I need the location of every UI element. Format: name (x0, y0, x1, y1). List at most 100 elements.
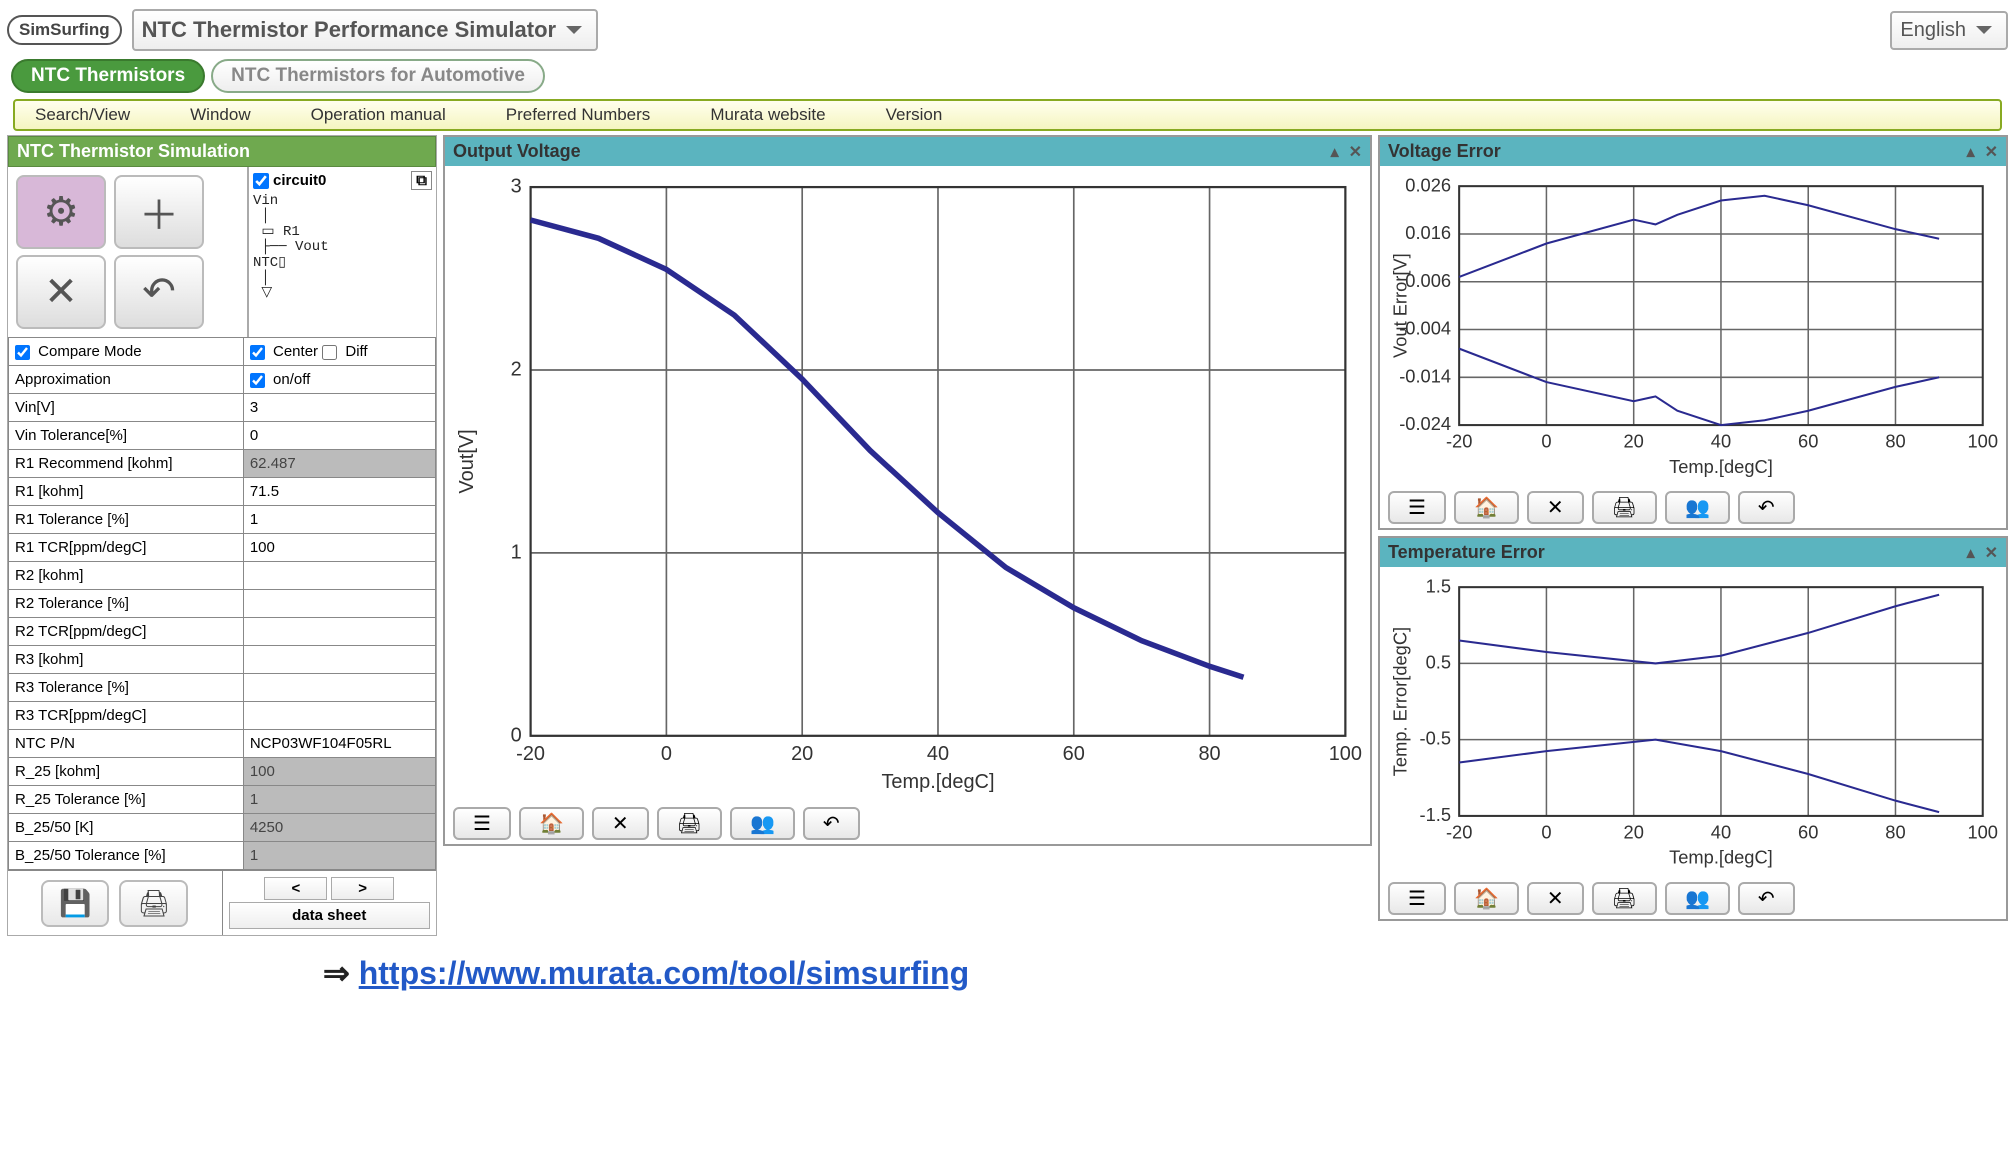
param-value[interactable] (243, 590, 435, 618)
reset-button[interactable]: ↶ (1738, 882, 1795, 915)
collapse-icon[interactable]: ▴ (1967, 543, 1975, 563)
close-icon[interactable]: ✕ (1985, 543, 1998, 563)
param-label: R3 [kohm] (9, 646, 244, 674)
circuit-checkbox[interactable] (253, 173, 269, 189)
compare-button[interactable]: 👥 (1665, 491, 1730, 524)
svg-text:Temp.[degC]: Temp.[degC] (1669, 456, 1773, 477)
param-value[interactable] (243, 562, 435, 590)
simsurfing-link[interactable]: https://www.murata.com/tool/simsurfing (359, 955, 969, 991)
datasheet-button[interactable]: data sheet (229, 902, 431, 929)
param-option-checkbox[interactable] (250, 345, 265, 360)
datasheet-next[interactable]: > (331, 877, 394, 900)
svg-text:0: 0 (1541, 430, 1551, 451)
param-value[interactable]: 100 (243, 758, 435, 786)
param-value[interactable]: 1 (243, 842, 435, 870)
param-value[interactable]: 62.487 (243, 450, 435, 478)
menu-murata-website[interactable]: Murata website (710, 105, 825, 125)
svg-text:40: 40 (927, 743, 949, 765)
param-value[interactable] (243, 702, 435, 730)
param-value[interactable] (243, 618, 435, 646)
gear-icon: ⚙ (43, 189, 79, 235)
svg-text:Vout[V]: Vout[V] (456, 429, 478, 493)
menu-preferred-numbers[interactable]: Preferred Numbers (506, 105, 651, 125)
export-button[interactable]: 🏠 (1454, 882, 1519, 915)
param-value[interactable]: on/off (243, 366, 435, 394)
compare-button[interactable]: 👥 (730, 807, 795, 840)
param-checkbox[interactable] (15, 345, 30, 360)
config-button[interactable]: ✕ (1527, 882, 1584, 915)
param-value[interactable]: 1 (243, 506, 435, 534)
save-button[interactable]: 💾 (41, 880, 109, 927)
legend-button[interactable]: ☰ (453, 807, 511, 840)
collapse-icon[interactable]: ▴ (1331, 142, 1339, 162)
reset-button[interactable]: ↶ (1738, 491, 1795, 524)
collapse-icon[interactable]: ▴ (1967, 142, 1975, 162)
language-select[interactable]: English (1890, 11, 2008, 50)
settings-button[interactable]: ⚙ (16, 175, 106, 249)
export-button[interactable]: 🏠 (519, 807, 584, 840)
param-value[interactable]: NCP03WF104F05RL (243, 730, 435, 758)
menu-window[interactable]: Window (190, 105, 250, 125)
legend-button[interactable]: ☰ (1388, 491, 1446, 524)
circuit-name: circuit0 (273, 172, 326, 189)
menu-search-view[interactable]: Search/View (35, 105, 130, 125)
circuit-diagram: Vin │ ▭ R1 ├── Vout NTC▯ │ ▽ (253, 194, 432, 302)
param-value[interactable] (243, 646, 435, 674)
svg-text:100: 100 (1329, 743, 1362, 765)
svg-text:40: 40 (1711, 430, 1731, 451)
svg-text:40: 40 (1711, 821, 1731, 842)
tools-icon: ✕ (44, 269, 78, 315)
param-option-checkbox[interactable] (322, 345, 337, 360)
undo-button[interactable]: ↶ (114, 255, 204, 329)
copy-icon[interactable]: ⧉ (411, 171, 432, 190)
tab-ntc-thermistors[interactable]: NTC Thermistors (11, 59, 205, 93)
tab-ntc-automotive[interactable]: NTC Thermistors for Automotive (211, 59, 545, 93)
param-value[interactable]: 71.5 (243, 478, 435, 506)
print-button[interactable]: 🖨 (657, 807, 722, 840)
param-value[interactable]: 1 (243, 786, 435, 814)
svg-text:60: 60 (1798, 821, 1818, 842)
panel-title-voltage-error: Voltage Error (1388, 141, 1501, 162)
param-row: B_25/50 [K]4250 (9, 814, 436, 842)
svg-text:Vout Error[V]: Vout Error[V] (1389, 253, 1410, 358)
param-value[interactable]: 0 (243, 422, 435, 450)
param-value[interactable]: 4250 (243, 814, 435, 842)
print-button-sidebar[interactable]: 🖨 (119, 880, 188, 927)
param-label: R1 Recommend [kohm] (9, 450, 244, 478)
menu-version[interactable]: Version (886, 105, 943, 125)
param-value[interactable] (243, 674, 435, 702)
legend-button[interactable]: ☰ (1388, 882, 1446, 915)
param-label: R1 TCR[ppm/degC] (9, 534, 244, 562)
param-option-checkbox[interactable] (250, 373, 265, 388)
export-button[interactable]: 🏠 (1454, 491, 1519, 524)
close-icon[interactable]: ✕ (1985, 142, 1998, 162)
param-value[interactable]: 3 (243, 394, 435, 422)
parameter-table: Compare Mode Center Diff Approximation o… (8, 337, 436, 870)
save-icon: 💾 (59, 888, 91, 918)
circuit-preview: circuit0 ⧉ Vin │ ▭ R1 ├── Vout NTC▯ │ ▽ (248, 167, 436, 337)
config-button[interactable]: ✕ (592, 807, 649, 840)
print-button[interactable]: 🖨 (1592, 491, 1657, 524)
print-button[interactable]: 🖨 (1592, 882, 1657, 915)
svg-text:60: 60 (1063, 743, 1085, 765)
footer-link-row: ⇒ https://www.murata.com/tool/simsurfing (3, 954, 2009, 992)
tools-button[interactable]: ✕ (16, 255, 106, 329)
param-label: R2 Tolerance [%] (9, 590, 244, 618)
voltage-error-toolbar: ☰ 🏠 ✕ 🖨 👥 ↶ (1380, 487, 2006, 528)
simulator-select[interactable]: NTC Thermistor Performance Simulator (132, 9, 598, 51)
svg-text:0.5: 0.5 (1426, 651, 1451, 672)
param-value[interactable]: Center Diff (243, 338, 435, 366)
svg-text:80: 80 (1885, 821, 1905, 842)
param-row: Compare Mode Center Diff (9, 338, 436, 366)
param-row: B_25/50 Tolerance [%]1 (9, 842, 436, 870)
compare-button[interactable]: 👥 (1665, 882, 1730, 915)
reset-button[interactable]: ↶ (803, 807, 860, 840)
add-button[interactable]: ＋ (114, 175, 204, 249)
panel-title-temperature-error: Temperature Error (1388, 542, 1545, 563)
datasheet-prev[interactable]: < (264, 877, 327, 900)
param-value[interactable]: 100 (243, 534, 435, 562)
menu-operation-manual[interactable]: Operation manual (311, 105, 446, 125)
close-icon[interactable]: ✕ (1349, 142, 1362, 162)
config-button[interactable]: ✕ (1527, 491, 1584, 524)
param-label: R2 TCR[ppm/degC] (9, 618, 244, 646)
